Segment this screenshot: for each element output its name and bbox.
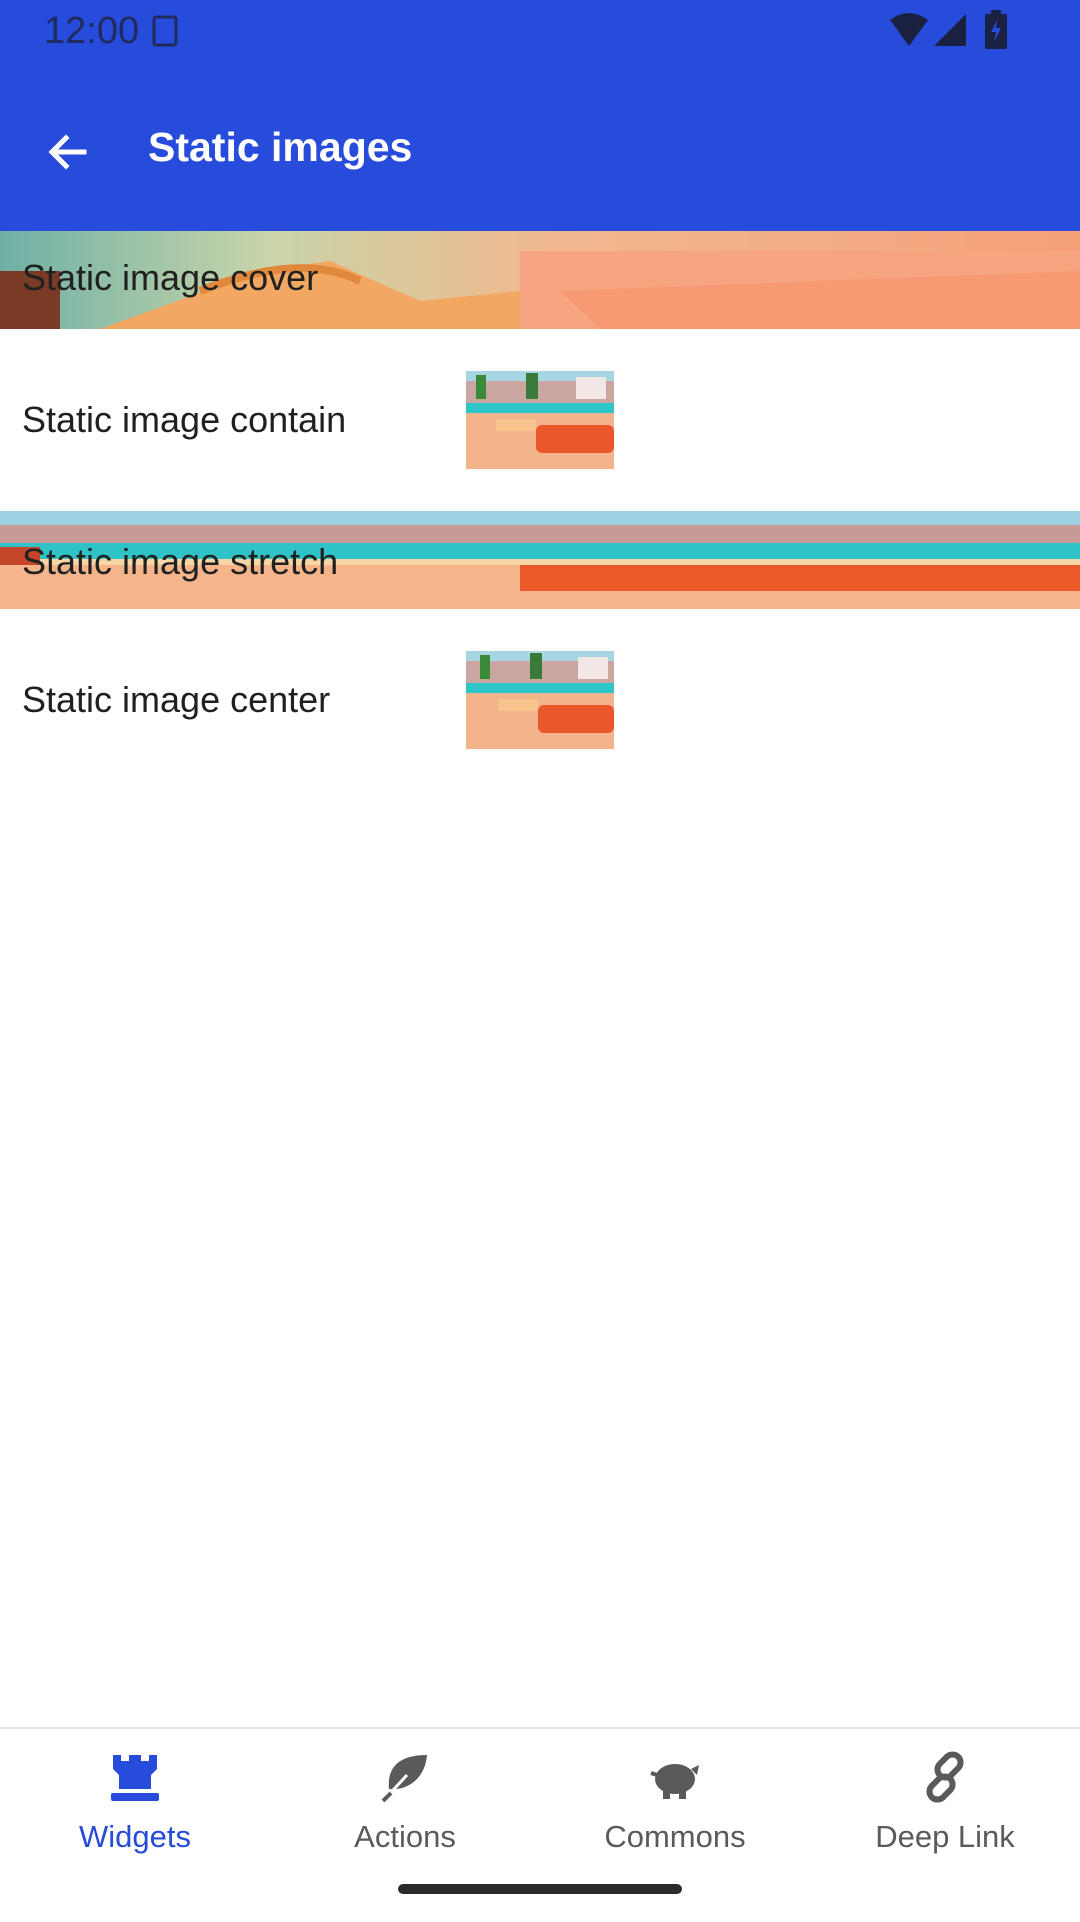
list-item-label: Static image cover	[22, 257, 319, 298]
wifi-icon	[890, 13, 928, 46]
arrow-back-icon	[48, 134, 87, 170]
list-item-label: Static image center	[22, 679, 331, 720]
nav-label-widgets: Widgets	[79, 1819, 191, 1854]
piggy-bank-icon	[645, 1747, 705, 1807]
link-icon	[915, 1747, 975, 1807]
nav-deep-link[interactable]: Deep Link	[810, 1747, 1080, 1857]
list-item-contain[interactable]: Static image contain	[0, 329, 1080, 511]
list-item-center[interactable]: Static image center	[0, 609, 1080, 791]
nav-label-actions: Actions	[354, 1819, 456, 1854]
back-button[interactable]	[34, 118, 102, 186]
battery-charging-icon	[985, 10, 1007, 49]
castle-icon	[105, 1747, 165, 1807]
list-item-stretch[interactable]: Static image stretch	[0, 511, 1080, 609]
list-item-label: Static image stretch	[22, 541, 339, 582]
nav-actions[interactable]: Actions	[270, 1747, 540, 1857]
list-item-cover[interactable]: Static image cover	[0, 231, 1080, 329]
contain-image	[466, 371, 614, 469]
nav-label-commons: Commons	[604, 1819, 746, 1854]
nav-widgets[interactable]: Widgets	[0, 1747, 270, 1857]
signal-icon	[934, 14, 966, 46]
nav-label-deep-link: Deep Link	[875, 1819, 1015, 1854]
nav-commons[interactable]: Commons	[540, 1747, 810, 1857]
home-indicator[interactable]	[398, 1884, 682, 1894]
list-item-label: Static image contain	[22, 399, 347, 440]
center-image	[466, 651, 614, 749]
status-time: 12:00	[44, 10, 140, 52]
leaf-icon	[375, 1747, 435, 1807]
page-title: Static images	[148, 124, 413, 170]
app-header: 12:00 Static images	[0, 0, 1080, 231]
status-bar: 12:00	[0, 0, 1080, 64]
sim-card-icon	[152, 15, 178, 47]
